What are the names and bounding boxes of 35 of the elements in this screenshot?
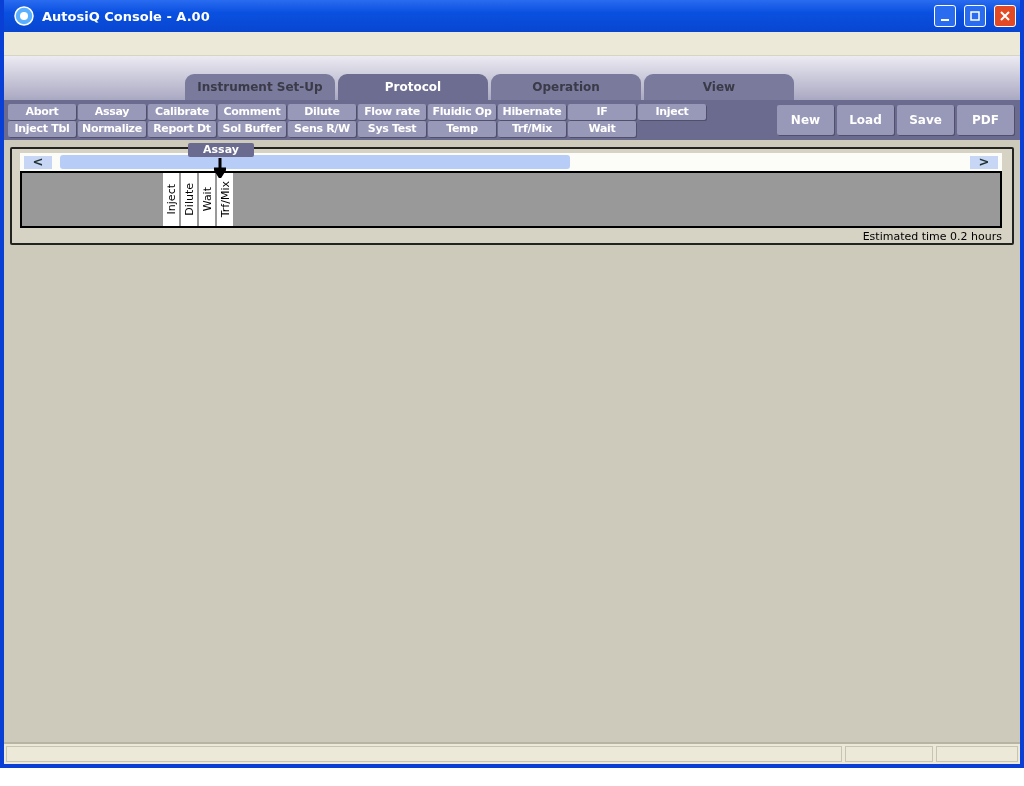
timeline-step[interactable]: Inject — [163, 173, 179, 226]
timeline-step[interactable]: Dilute — [181, 173, 197, 226]
command-button[interactable]: Comment — [218, 103, 286, 120]
close-icon — [1000, 11, 1010, 21]
maximize-button[interactable] — [964, 5, 986, 27]
estimated-time: Estimated time 0.2 hours — [862, 230, 1002, 243]
window-title: AutosiQ Console - A.00 — [42, 8, 211, 24]
command-button[interactable]: Inject — [638, 103, 706, 120]
drag-label: Assay — [188, 143, 254, 157]
command-button[interactable]: Abort — [8, 103, 76, 120]
timeline-step[interactable]: Wait — [199, 173, 215, 226]
tab[interactable]: Instrument Set-Up — [185, 74, 335, 100]
command-button[interactable]: Fluidic Op — [428, 103, 496, 120]
file-button[interactable]: Save — [897, 105, 954, 135]
command-button[interactable]: Calibrate — [148, 103, 216, 120]
scroll-right-button[interactable]: > — [970, 155, 998, 169]
command-button[interactable]: Assay — [78, 103, 146, 120]
command-button[interactable]: Dilute — [288, 103, 356, 120]
file-button[interactable]: Load — [837, 105, 894, 135]
scroll-left-button[interactable]: < — [24, 155, 52, 169]
command-button[interactable]: Hibernate — [498, 103, 566, 120]
tab[interactable]: Protocol — [338, 74, 488, 100]
command-button[interactable]: IF — [568, 103, 636, 120]
tab[interactable]: View — [644, 74, 794, 100]
tab[interactable]: Operation — [491, 74, 641, 100]
maximize-icon — [970, 11, 980, 21]
file-button[interactable]: New — [777, 105, 834, 135]
minimize-icon — [941, 19, 949, 21]
scroll-thumb[interactable] — [60, 155, 570, 169]
close-button[interactable] — [994, 5, 1016, 27]
command-button[interactable]: Flow rate — [358, 103, 426, 120]
app-logo-icon — [14, 6, 34, 26]
file-button[interactable]: PDF — [957, 105, 1014, 135]
minimize-button[interactable] — [934, 5, 956, 27]
timeline-step[interactable]: Trf/Mix — [217, 173, 233, 226]
